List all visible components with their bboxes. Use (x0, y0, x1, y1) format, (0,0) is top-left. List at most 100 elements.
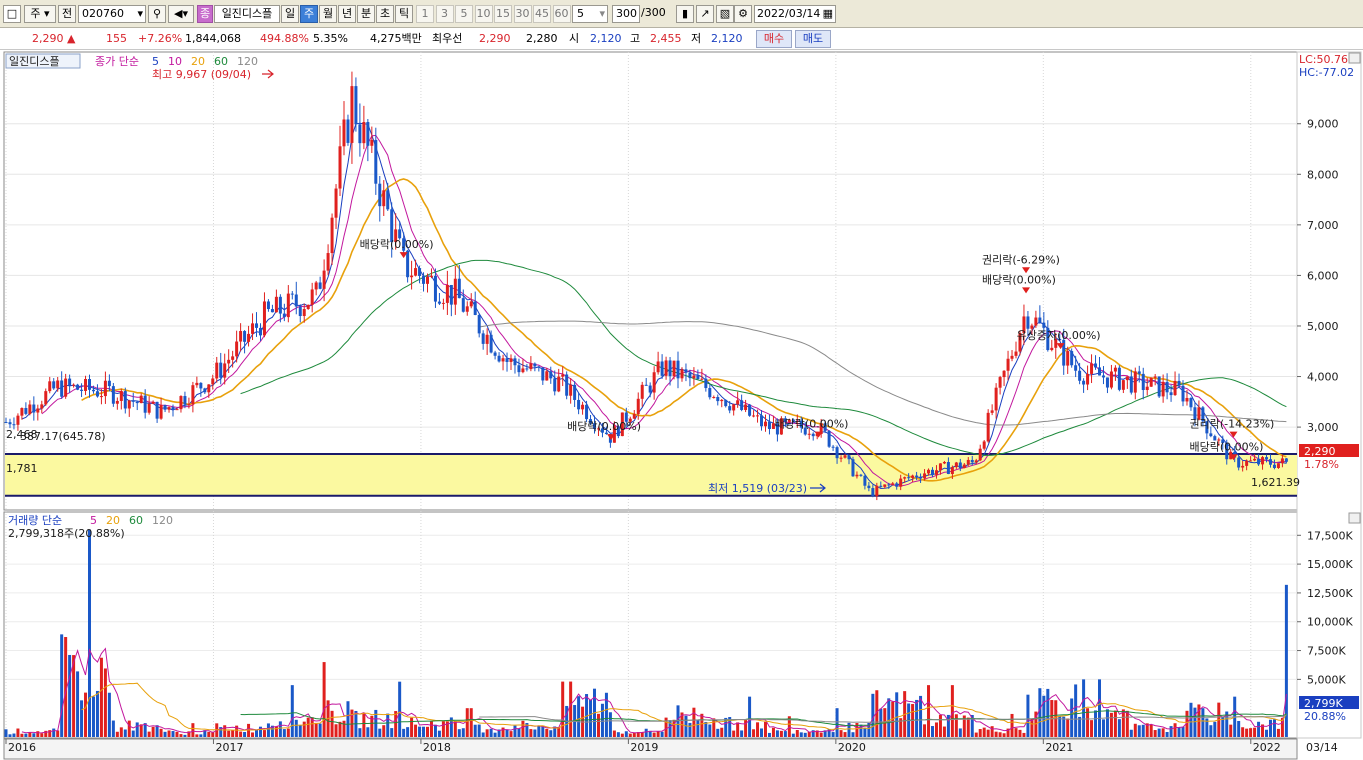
tab-interval-3[interactable]: 3 (435, 5, 454, 23)
volume-panel-collapse-icon[interactable] (1348, 512, 1361, 524)
tab-interval-15[interactable]: 15 (494, 5, 512, 23)
x-tick-label: 2019 (630, 741, 658, 754)
candle-body (911, 475, 915, 478)
volume-bar (139, 724, 143, 737)
candle-body (1113, 367, 1117, 372)
volume-bar (322, 662, 326, 737)
volume-bar (171, 731, 175, 737)
event-label: 권리락(-14.23%) (1189, 418, 1274, 431)
market-select[interactable]: 주 ▾ (24, 5, 56, 23)
best-quote-label: 최우선 (432, 32, 463, 45)
tab-interval-30[interactable]: 30 (513, 5, 532, 23)
volume-bar (390, 728, 394, 737)
candle-body (954, 462, 958, 468)
volume-bar (994, 731, 998, 737)
candle-body (1014, 351, 1018, 356)
chevron-down-icon[interactable]: ▾ (137, 6, 143, 22)
interval-select[interactable]: 5 ▾ (572, 5, 608, 23)
volume-bar (982, 727, 986, 737)
volume-bar (56, 730, 60, 737)
price-legend-label: 종가 단순 (95, 55, 139, 68)
search-icon[interactable]: ⚲ (148, 5, 166, 23)
candle-body (334, 188, 338, 218)
sell-button[interactable]: 매도 (795, 30, 831, 48)
volume-ma-legend-item[interactable]: 60 (129, 514, 143, 527)
price-ma-legend-item[interactable]: 60 (214, 55, 228, 68)
price-panel-collapse-icon[interactable] (1348, 52, 1361, 64)
tab-interval-60[interactable]: 60 (552, 5, 571, 23)
candle-body (410, 275, 414, 278)
volume-bar (1241, 727, 1245, 737)
low-label: 저 (691, 32, 702, 45)
tab-period-6[interactable]: 틱 (395, 5, 413, 23)
candle-body (1189, 397, 1193, 408)
tab-interval-5[interactable]: 5 (455, 5, 473, 23)
volume-bar (501, 727, 505, 737)
volume-bar (950, 685, 954, 737)
prev-button[interactable]: 전 (58, 5, 76, 23)
candle-body (88, 379, 92, 390)
candle-type-icon[interactable]: ▮ (676, 5, 694, 23)
drawing-tool-icon[interactable]: ↗ (696, 5, 714, 23)
price-ma-legend-item[interactable]: 20 (191, 55, 205, 68)
tab-interval-1[interactable]: 1 (416, 5, 434, 23)
candle-body (525, 368, 529, 370)
stock-chart[interactable]: 배당락(0.00%) 배당락(0.00%) 배당락(0.00%) 권리락(-6.29%… (0, 50, 1363, 760)
candle-body (577, 399, 581, 410)
gear-icon[interactable]: ⚙ (734, 5, 752, 23)
candle-body (1257, 458, 1261, 465)
tab-period-1[interactable]: 주 (300, 5, 318, 23)
chevron-down-icon[interactable]: ▾ (599, 6, 605, 22)
candle-body (151, 401, 155, 404)
speaker-icon[interactable]: ◀▾ (168, 5, 194, 23)
volume-bar (402, 728, 406, 737)
candle-body (632, 414, 636, 419)
volume-ma-legend-item[interactable]: 20 (106, 514, 120, 527)
tab-period-3[interactable]: 년 (338, 5, 356, 23)
volume-bar (1181, 726, 1185, 737)
window-menu-icon[interactable]: □ (3, 5, 21, 23)
buy-button[interactable]: 매수 (756, 30, 792, 48)
candle-body (843, 455, 847, 458)
volume-bar (4, 729, 8, 737)
tab-period-4[interactable]: 분 (357, 5, 375, 23)
price-ma-legend-item[interactable]: 10 (168, 55, 182, 68)
tab-interval-10[interactable]: 10 (474, 5, 493, 23)
candle-body (668, 360, 672, 377)
price-ma-legend-item[interactable]: 120 (237, 55, 258, 68)
code-input[interactable]: 020760 ▾ (78, 5, 146, 23)
volume-ma-legend-item[interactable]: 5 (90, 514, 97, 527)
save-icon[interactable]: ▧ (716, 5, 734, 23)
volume-bar (1157, 728, 1161, 737)
candle-body (243, 331, 247, 342)
candle-body (1050, 347, 1054, 351)
candle-body (851, 459, 855, 477)
price-ma-legend-item[interactable]: 5 (152, 55, 159, 68)
tab-period-2[interactable]: 월 (319, 5, 337, 23)
volume-bar (712, 718, 716, 737)
volume-bar (1062, 716, 1066, 737)
volume-bar (175, 731, 179, 737)
volume-bar (1237, 720, 1241, 737)
calendar-icon[interactable]: ▦ (823, 6, 833, 22)
date-input[interactable]: 2022/03/14 ▦ (754, 5, 836, 23)
chart-area[interactable]: 배당락(0.00%) 배당락(0.00%) 배당락(0.00%) 권리락(-6.29%… (0, 50, 1363, 760)
count-input[interactable]: 300 (612, 5, 640, 23)
tab-period-0[interactable]: 일 (281, 5, 299, 23)
candle-body (76, 384, 80, 390)
candle-body (330, 217, 334, 254)
open-label: 시 (569, 32, 580, 45)
volume-bar (1249, 728, 1253, 737)
candle-body (418, 268, 422, 276)
volume-bar (676, 705, 680, 737)
volume-bar (1113, 710, 1117, 737)
volume-bar (12, 733, 16, 737)
candle-body (640, 384, 644, 399)
volume-bar (700, 713, 704, 737)
tab-period-5[interactable]: 초 (376, 5, 394, 23)
candle-body (258, 327, 262, 336)
tab-interval-45[interactable]: 45 (533, 5, 551, 23)
candle-body (1276, 463, 1280, 468)
volume-ma-legend-item[interactable]: 120 (152, 514, 173, 527)
trade-volume: 1,844,068 (185, 32, 241, 45)
